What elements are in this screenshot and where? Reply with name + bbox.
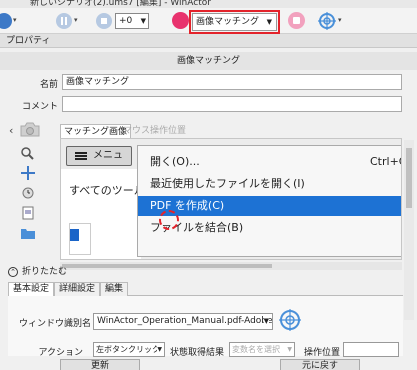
- window-id-value: WinActor_Operation_Manual.pdf-AdobeAcro: [97, 316, 273, 326]
- action-label: アクション: [38, 348, 83, 358]
- record-button[interactable]: [172, 12, 189, 29]
- zoom-icon[interactable]: [20, 146, 36, 160]
- stop-run-button[interactable]: [96, 13, 112, 29]
- window-id-select[interactable]: WinActor_Operation_Manual.pdf-AdobeAcro …: [93, 313, 273, 330]
- chevron-down-icon[interactable]: ▾: [338, 16, 342, 24]
- position-label: 操作位置: [303, 348, 340, 358]
- title-bar: 新しいシナリオ(2).ums7 [編集] - WinActor: [0, 0, 417, 8]
- image-tabs: マッチング画像 マウス操作位置: [60, 124, 340, 138]
- stop-icon: [101, 18, 107, 24]
- folder-icon[interactable]: [20, 226, 36, 240]
- horizontal-scrollbar[interactable]: [60, 262, 402, 270]
- tool-column: [18, 140, 42, 250]
- hamburger-icon: [75, 152, 87, 160]
- chevron-down-icon[interactable]: ▾: [13, 16, 17, 24]
- menu-item-label: 開く(O)...: [150, 155, 200, 168]
- tools-panel: すべてのツール: [61, 169, 145, 259]
- target-icon[interactable]: [279, 309, 301, 331]
- menu-item-shortcut: Ctrl+C: [370, 155, 401, 168]
- menu-item-recent: 最近使用したファイルを開く(I) ›: [138, 174, 401, 194]
- target-icon[interactable]: [318, 12, 336, 30]
- toolbar: ▾ ▾ +0 ▼ 画像マッチング ▼ ▾: [0, 8, 417, 34]
- update-button[interactable]: 更新: [60, 359, 140, 370]
- tab-mouse-position[interactable]: マウス操作位置: [120, 124, 189, 138]
- chevron-up-icon: ⌃: [8, 266, 18, 277]
- clock-icon[interactable]: [20, 186, 36, 200]
- chevron-down-icon[interactable]: ▾: [74, 16, 78, 24]
- all-tools-label: すべてのツール: [69, 184, 145, 197]
- state-variable-select[interactable]: 変数名を選択 ▼: [229, 342, 295, 357]
- menu-item-label: 最近使用したファイルを開く(I): [150, 177, 305, 190]
- crosshair-icon[interactable]: [20, 166, 36, 180]
- play-icon[interactable]: [0, 13, 12, 29]
- name-label: 名前: [39, 80, 58, 90]
- step-spinner[interactable]: +0 ▼: [115, 13, 149, 29]
- action-value: 左ボタンクリック: [96, 345, 160, 354]
- property-panel-header: プロパティ: [0, 34, 417, 48]
- tab-basic-settings[interactable]: 基本設定: [8, 282, 55, 296]
- revert-button[interactable]: 元に戻す: [280, 359, 360, 370]
- stop-record-button[interactable]: [288, 12, 305, 29]
- collapse-label: 折りたたむ: [22, 267, 68, 277]
- chevron-left-icon[interactable]: ‹: [9, 124, 13, 137]
- click-position-marker: [159, 210, 179, 230]
- pause-button[interactable]: [56, 13, 72, 29]
- context-menu: 開く(O)... Ctrl+C 最近使用したファイルを開く(I) › PDF を…: [137, 145, 401, 257]
- chevron-down-icon: ▼: [287, 343, 292, 356]
- chevron-down-icon: ▼: [263, 314, 269, 329]
- window-id-label: ウィンドウ識別名: [18, 319, 91, 329]
- step-value: +0: [119, 16, 133, 26]
- action-select[interactable]: 左ボタンクリック ▼: [93, 342, 165, 357]
- document-thumbnail: [69, 223, 91, 255]
- tab-detail-settings[interactable]: 詳細設定: [54, 282, 101, 296]
- annotation-frame: [189, 10, 280, 34]
- menu-item-label: PDF を作成(C): [150, 199, 225, 212]
- menu-item-open: 開く(O)... Ctrl+C: [138, 152, 401, 172]
- window-title: 新しいシナリオ(2).ums7 [編集] - WinActor: [30, 0, 211, 8]
- pause-icon: [61, 17, 67, 25]
- comment-label: コメント: [21, 102, 58, 112]
- chevron-down-icon: ▼: [157, 343, 162, 356]
- settings-tabs: 基本設定 詳細設定 編集: [8, 282, 403, 296]
- image-file-icon[interactable]: [20, 206, 36, 220]
- chevron-right-icon: ›: [400, 174, 401, 194]
- camera-icon[interactable]: [18, 120, 42, 138]
- name-field[interactable]: 画像マッチング: [62, 74, 402, 90]
- menu-item-create-pdf: PDF を作成(C): [138, 196, 401, 216]
- comment-field[interactable]: [62, 96, 402, 112]
- matching-image-preview[interactable]: メニュー すべてのツール 開く(O)... Ctrl+C 最近使用したファイルを…: [60, 138, 402, 260]
- position-field[interactable]: [343, 342, 399, 357]
- state-variable-placeholder: 変数名を選択: [232, 345, 280, 354]
- panel-title: 画像マッチング: [0, 52, 417, 70]
- chevron-down-icon: ▼: [140, 17, 146, 25]
- vertical-scrollbar[interactable]: [404, 140, 414, 320]
- collapse-toggle[interactable]: ⌃ 折りたたむ: [8, 265, 67, 279]
- state-label: 状態取得結果: [169, 348, 224, 358]
- menu-button: メニュー: [66, 146, 132, 179]
- tab-edit[interactable]: 編集: [100, 282, 129, 296]
